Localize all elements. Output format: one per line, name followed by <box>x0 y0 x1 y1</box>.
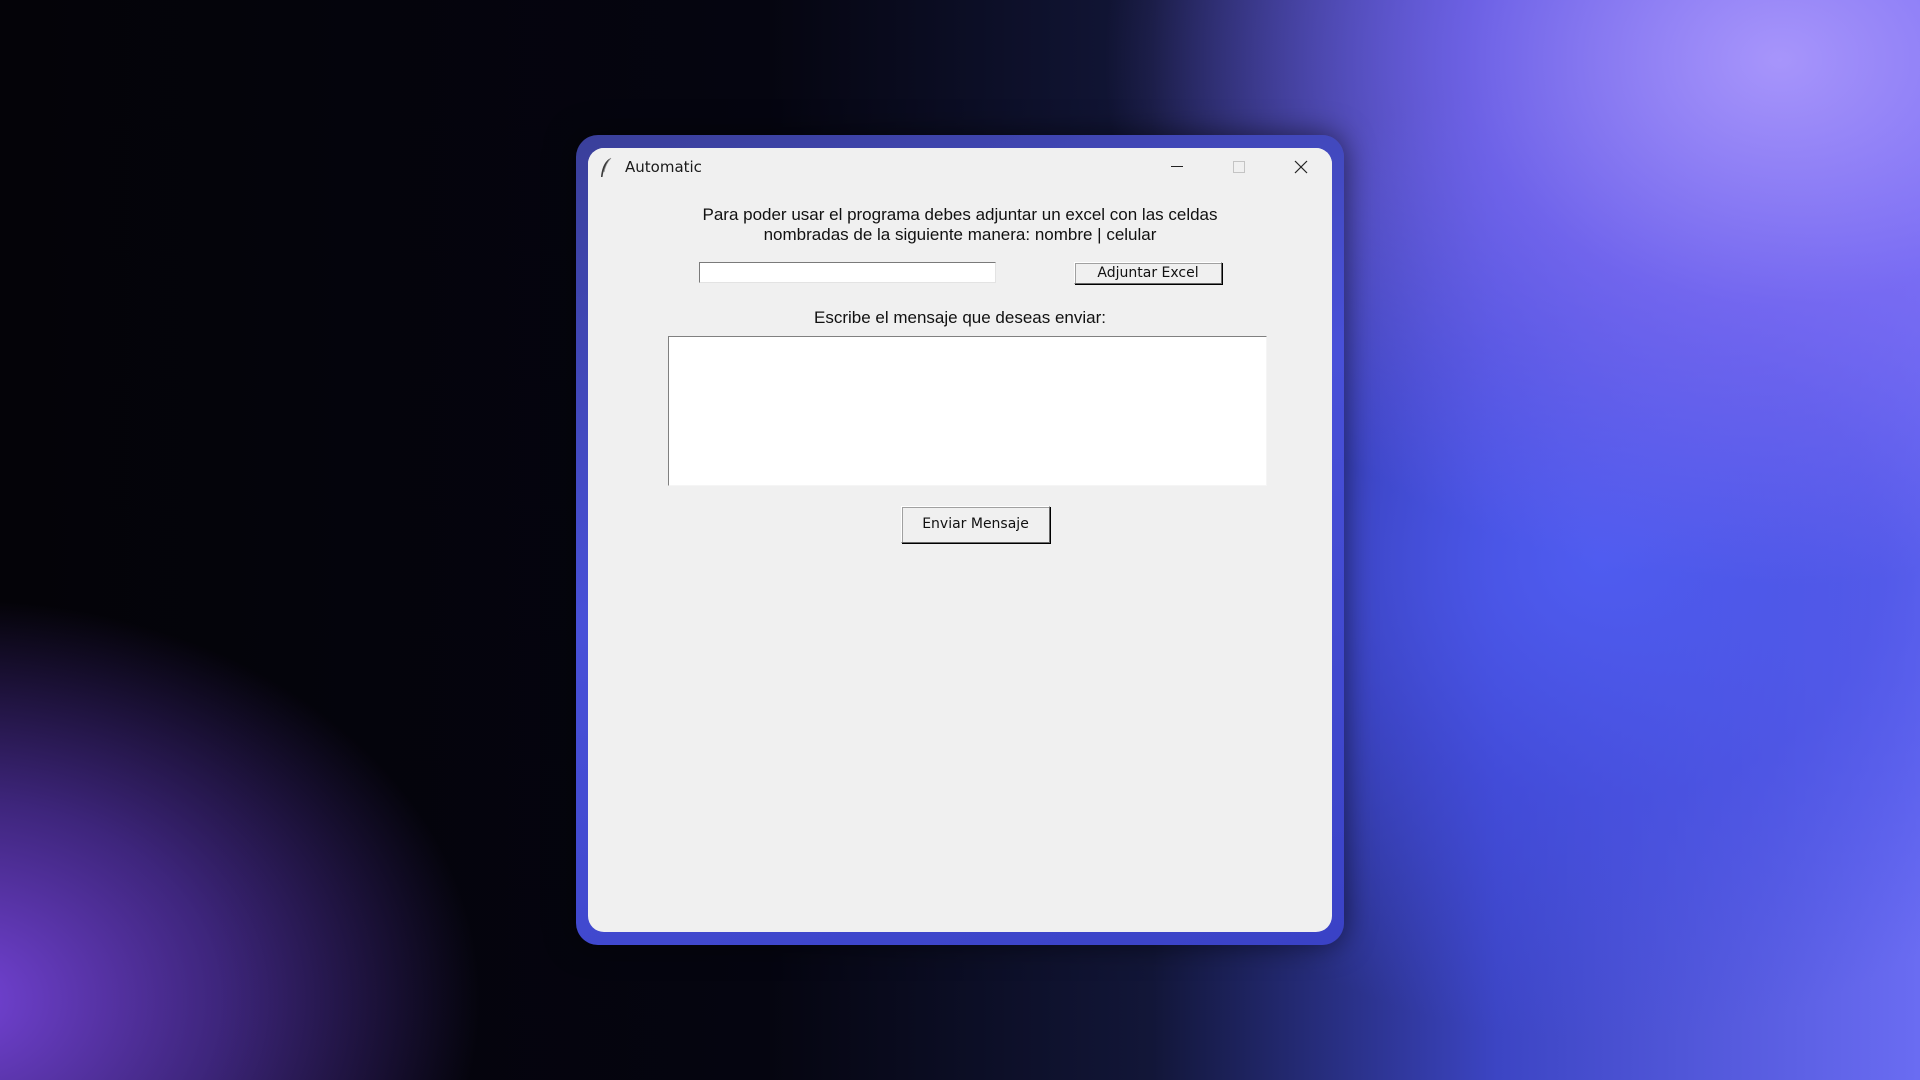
close-button[interactable] <box>1270 148 1332 186</box>
feather-icon <box>599 157 613 179</box>
minimize-icon <box>1171 166 1183 167</box>
instructions-line-2: nombradas de la siguiente manera: nombre… <box>763 225 1157 244</box>
maximize-button[interactable] <box>1208 148 1270 186</box>
send-message-button[interactable]: Enviar Mensaje <box>901 506 1050 543</box>
app-window: Automatic Para poder usar el programa de… <box>588 148 1332 932</box>
title-bar[interactable]: Automatic <box>588 148 1332 186</box>
instructions-line-1: Para poder usar el programa debes adjunt… <box>702 205 1218 224</box>
maximize-icon <box>1233 161 1245 173</box>
close-icon <box>1294 160 1308 174</box>
attach-excel-button[interactable]: Adjuntar Excel <box>1074 262 1222 284</box>
message-textarea[interactable] <box>668 336 1267 486</box>
message-label: Escribe el mensaje que deseas enviar: <box>814 308 1106 327</box>
minimize-button[interactable] <box>1146 148 1208 186</box>
excel-path-input[interactable] <box>699 262 996 283</box>
window-title: Automatic <box>625 158 702 176</box>
instructions-text: Para poder usar el programa debes adjunt… <box>588 205 1332 245</box>
